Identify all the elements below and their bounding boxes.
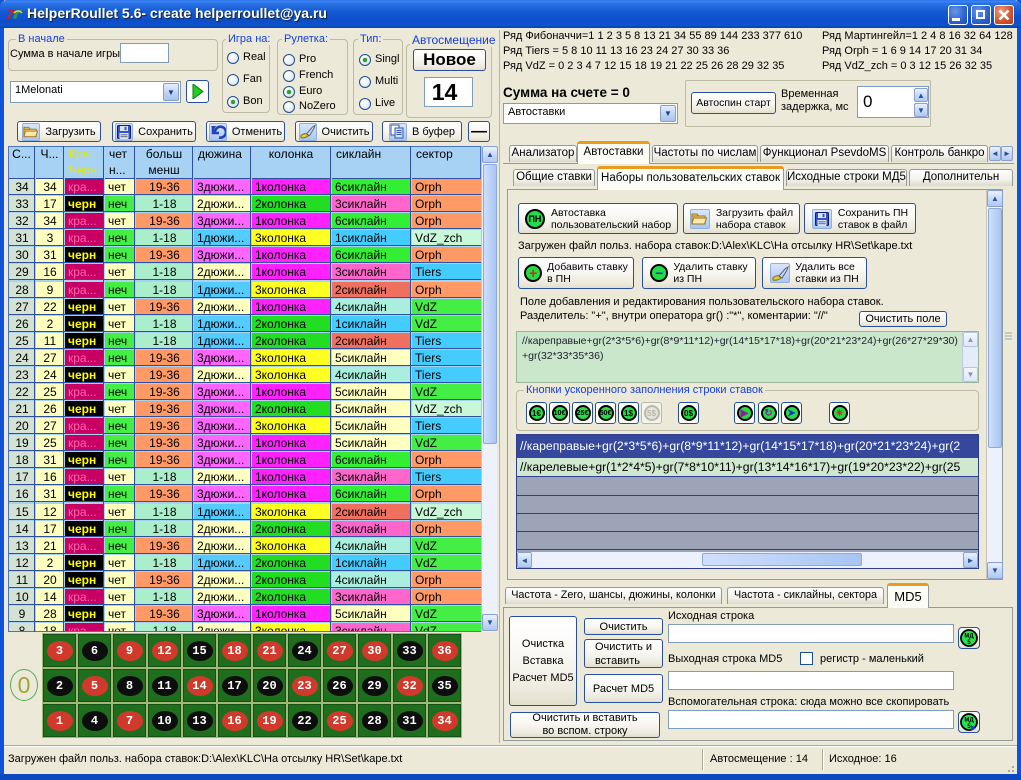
svg-text:МД: МД — [964, 634, 974, 640]
svg-text:МД: МД — [964, 718, 974, 724]
svg-text:7: 7 — [6, 6, 15, 23]
